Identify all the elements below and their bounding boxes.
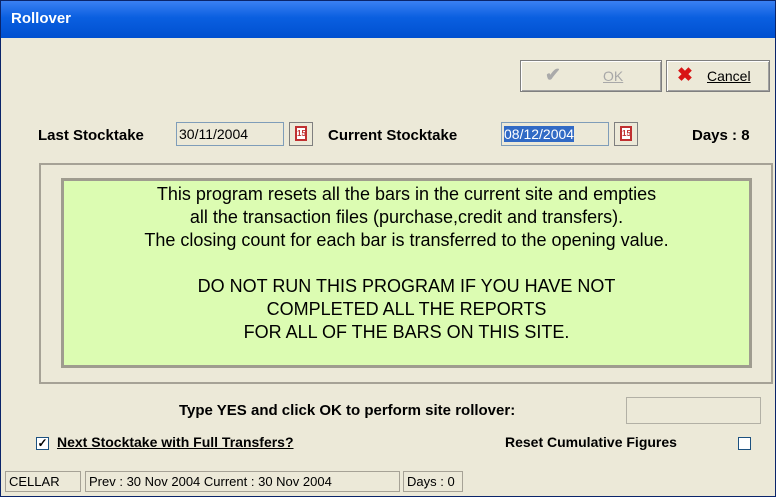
current-stocktake-label: Current Stocktake xyxy=(328,127,458,144)
message-line: This program resets all the bars in the … xyxy=(156,184,657,204)
x-icon: ✖ xyxy=(677,65,693,86)
calendar-icon: 15 xyxy=(620,126,632,141)
last-stocktake-label: Last Stocktake xyxy=(38,127,144,144)
last-stocktake-value: 30/11/2004 xyxy=(179,126,249,142)
ok-button[interactable]: ✔ OK xyxy=(520,60,662,92)
message-line: all the transaction files (purchase,cred… xyxy=(189,207,624,227)
dialog-body: ✔ OK ✖ Cancel Last Stocktake 30/11/2004 … xyxy=(5,39,773,469)
window-title: Rollover xyxy=(11,10,72,27)
full-transfers-checkbox[interactable]: ✓ xyxy=(36,437,49,450)
full-transfers-label[interactable]: Next Stocktake with Full Transfers? xyxy=(57,434,294,450)
confirm-prompt: Type YES and click OK to perform site ro… xyxy=(179,402,516,419)
reset-cumulative-checkbox[interactable] xyxy=(738,437,751,450)
last-stocktake-field[interactable]: 30/11/2004 xyxy=(176,122,284,146)
rollover-window: Rollover ✔ OK ✖ Cancel Last Stocktake 30… xyxy=(0,0,776,497)
message-line xyxy=(64,252,749,275)
calendar-icon: 15 xyxy=(295,126,307,141)
current-stocktake-calendar-button[interactable]: 15 xyxy=(614,122,638,146)
checkmark-icon: ✓ xyxy=(37,436,48,450)
message-line: DO NOT RUN THIS PROGRAM IF YOU HAVE NOT xyxy=(197,276,616,296)
title-bar[interactable]: Rollover xyxy=(1,1,775,38)
current-stocktake-field[interactable]: 08/12/2004 xyxy=(501,122,609,146)
status-dates: Prev : 30 Nov 2004 Current : 30 Nov 2004 xyxy=(85,471,400,492)
ok-button-label: OK xyxy=(603,68,624,84)
message-line: FOR ALL OF THE BARS ON THIS SITE. xyxy=(243,322,570,342)
last-stocktake-calendar-button[interactable]: 15 xyxy=(289,122,313,146)
warning-message: This program resets all the bars in the … xyxy=(61,178,752,368)
full-transfers-label-text: Next Stocktake with Full Transfers? xyxy=(57,434,294,450)
status-site: CELLAR xyxy=(5,471,81,492)
cancel-button-label: Cancel xyxy=(707,68,751,84)
current-stocktake-value: 08/12/2004 xyxy=(504,126,575,142)
message-line: COMPLETED ALL THE REPORTS xyxy=(266,299,547,319)
cancel-button[interactable]: ✖ Cancel xyxy=(666,60,770,92)
status-days: Days : 0 xyxy=(403,471,463,492)
message-line: The closing count for each bar is transf… xyxy=(144,230,669,250)
reset-cumulative-label: Reset Cumulative Figures xyxy=(505,434,677,450)
check-icon: ✔ xyxy=(545,65,561,86)
message-panel: This program resets all the bars in the … xyxy=(39,163,773,384)
confirm-yes-input[interactable] xyxy=(626,397,761,424)
days-count: Days : 8 xyxy=(692,127,750,144)
